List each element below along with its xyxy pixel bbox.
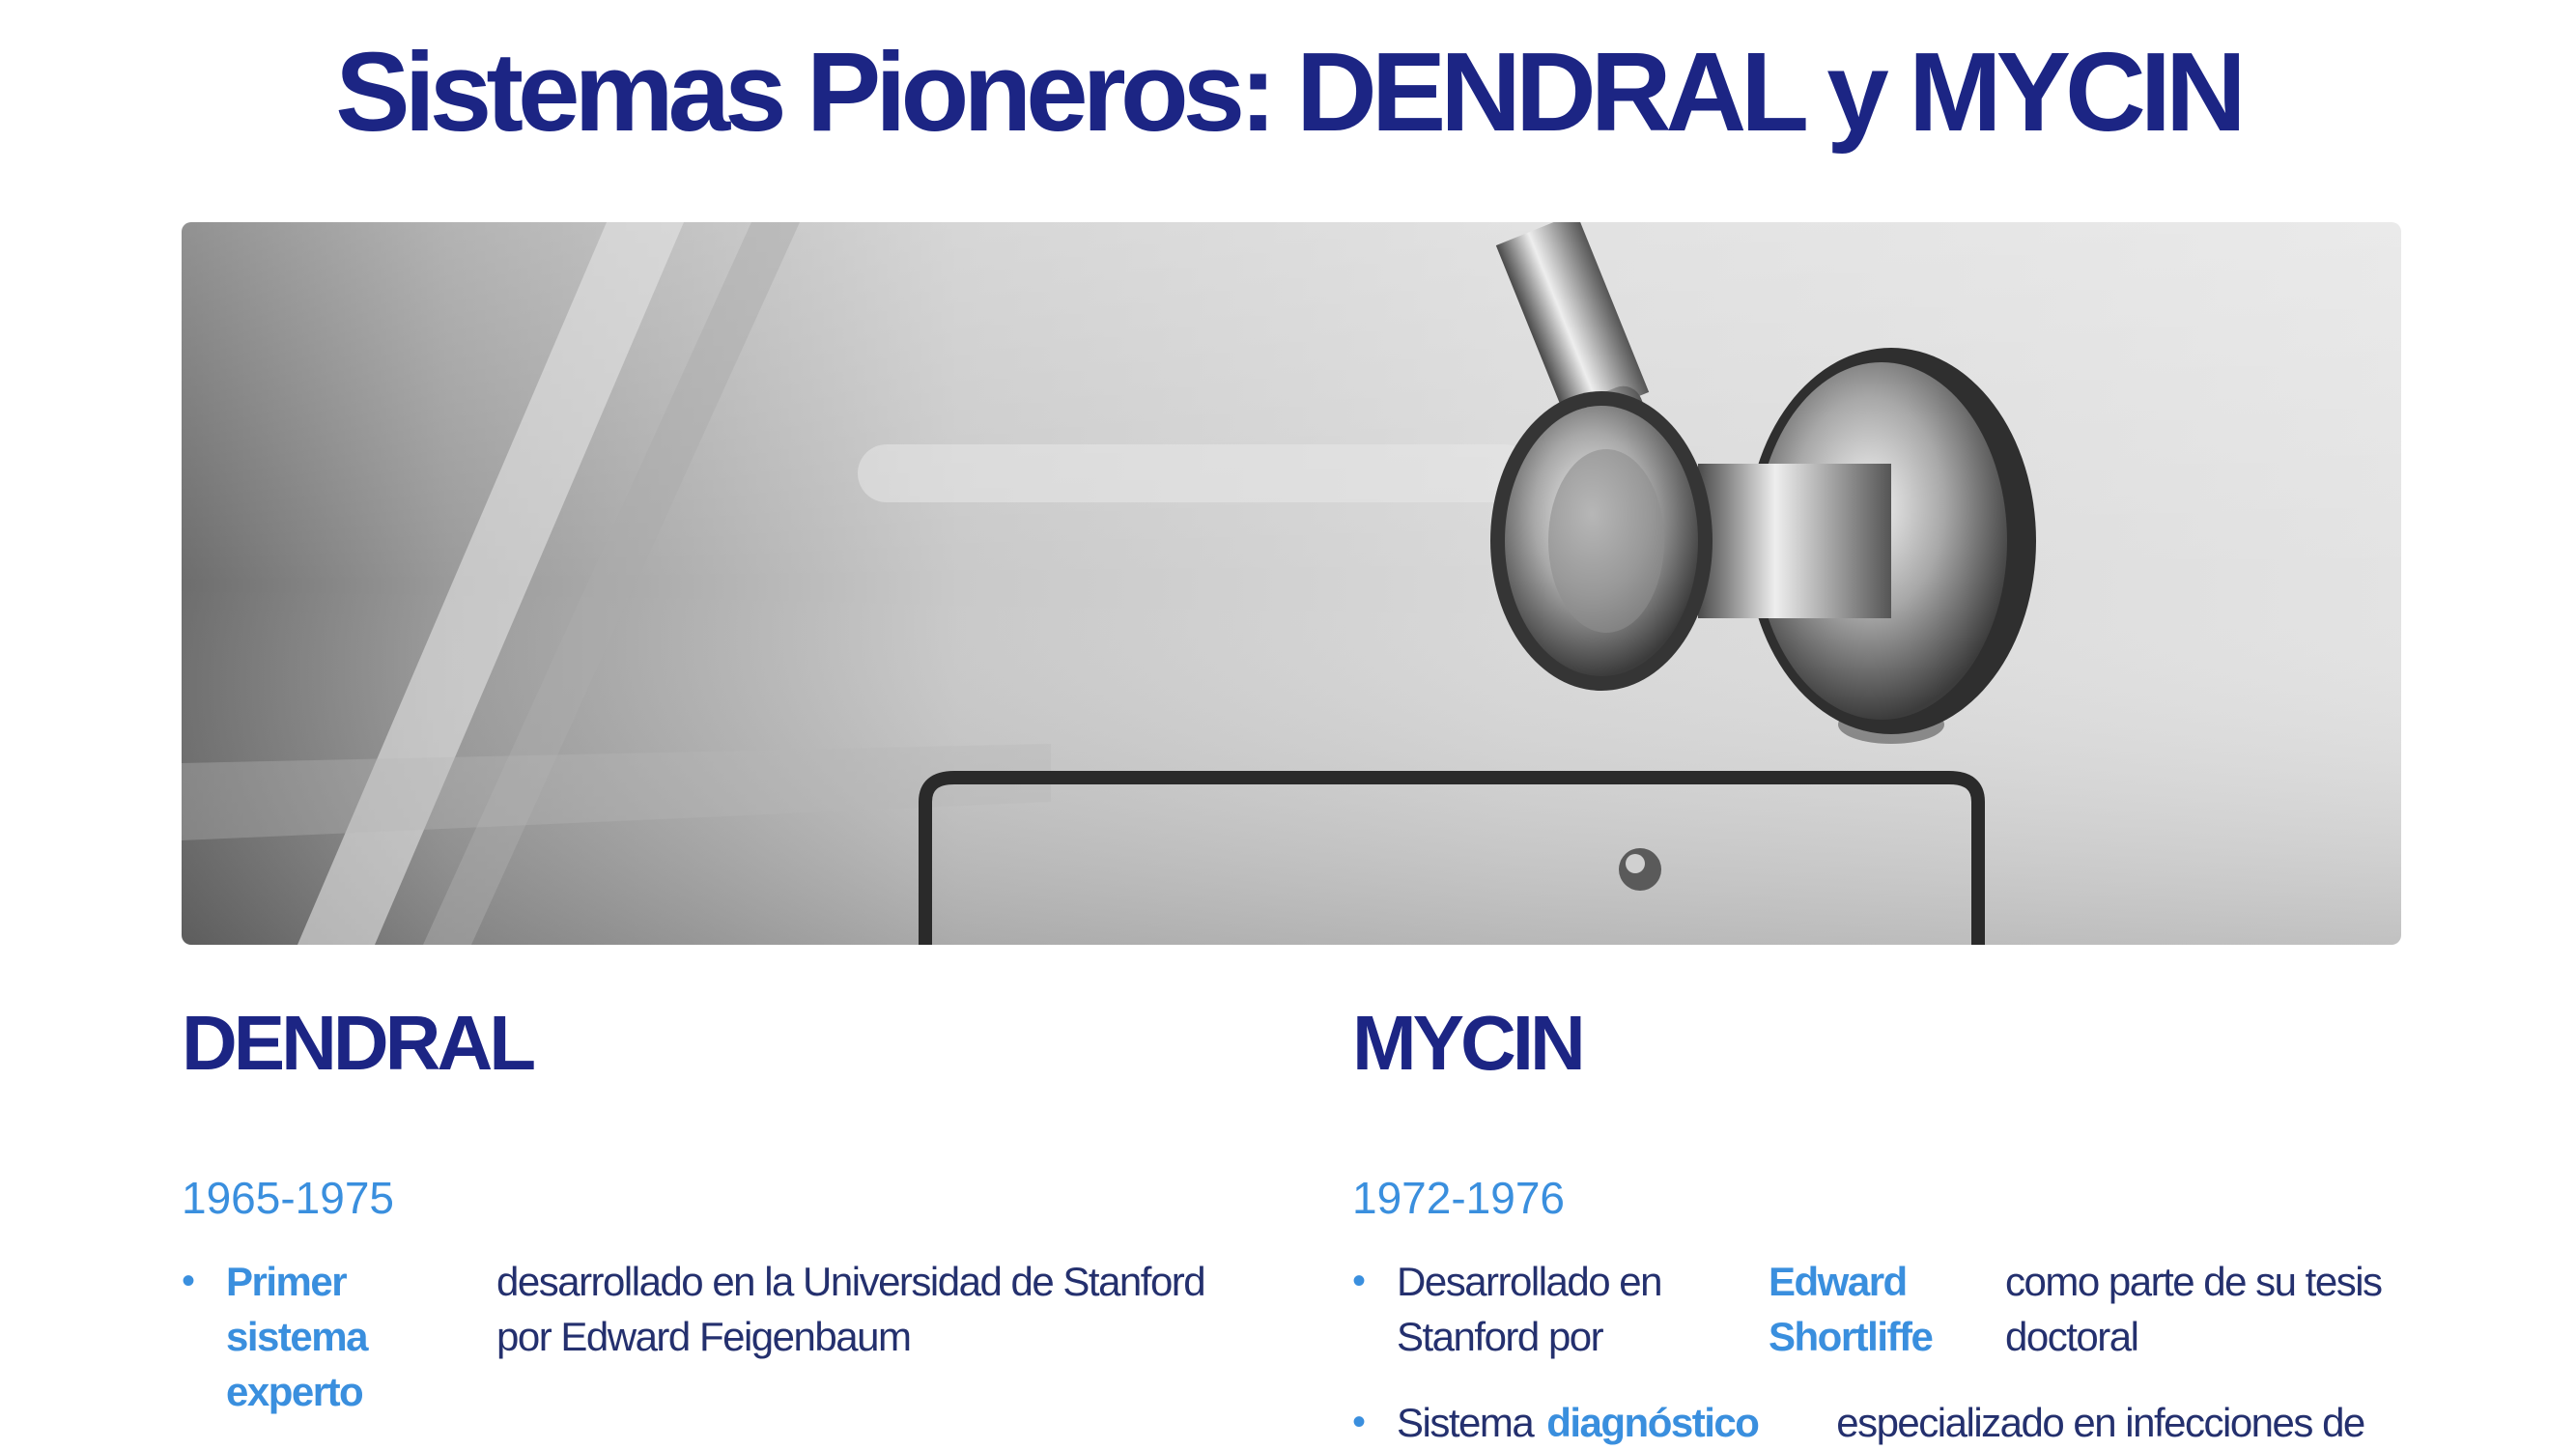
mycin-bullet2-after: especializado en infecciones de [1836,1400,2365,1445]
mycin-years: 1972-1976 [1352,1173,1565,1223]
mycin-bullet2-highlight: diagnóstico [1546,1400,1760,1445]
mycin-bullet-2: Sistema diagnóstico especializado en inf… [1352,1395,2434,1450]
dendral-bullet-text: desarrollado en la Universidad de Stanfo… [496,1259,1206,1359]
dendral-highlight: Primer sistema experto [226,1259,368,1414]
dendral-heading: DENDRAL [182,1000,536,1086]
mycin-bullet-1: Desarrollado en Stanford por Edward Shor… [1352,1254,2434,1364]
mycin-bullet1-before: Desarrollado en Stanford por [1397,1259,1663,1359]
mycin-bullet2-before: Sistema [1397,1400,1535,1445]
page-title: Sistemas Pioneros: DENDRAL y MYCIN [335,29,2247,155]
mycin-column: MYCIN 1972-1976 Desarrollado en Stanford… [1352,995,2434,1450]
dendral-bullet: Primer sistema experto desarrollado en l… [182,1254,1254,1419]
stethoscope-image [182,222,2401,945]
mycin-bullet1-highlight: Edward Shortliffe [1769,1259,1934,1359]
mycin-bullet1-after: como parte de su tesis doctoral [2005,1259,2383,1359]
dendral-years: 1965-1975 [182,1173,394,1223]
stethoscope-photo-icon [182,222,2401,945]
dendral-column: DENDRAL 1965-1975 Primer sistema experto… [182,995,1254,1419]
mycin-heading: MYCIN [1352,1000,1586,1086]
